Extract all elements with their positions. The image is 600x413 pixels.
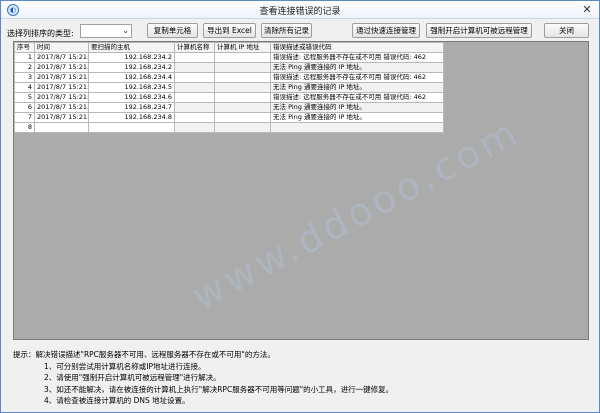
quick-connect-button[interactable]: 通过快速连接管理 [352, 23, 420, 38]
cell-error[interactable] [270, 122, 444, 133]
close-icon[interactable]: ✕ [579, 3, 595, 17]
cell-time[interactable]: 2017/8/7 15:21:19 [34, 62, 89, 73]
tip-line-2: 2、请使用"强制开启计算机可被远程管理"进行解决。 [44, 373, 221, 382]
cell-time[interactable]: 2017/8/7 15:21:23 [34, 72, 89, 83]
cell-index[interactable]: 3 [14, 72, 35, 83]
cell-ip[interactable] [214, 52, 271, 63]
cell-error[interactable]: 无法 Ping 通要连接的 IP 地址。 [270, 112, 444, 123]
copy-cell-button[interactable]: 复制单元格 [147, 23, 198, 38]
col-header-ip[interactable]: 计算机 IP 地址 [214, 42, 271, 53]
cell-error[interactable]: 无法 Ping 通要连接的 IP 地址。 [270, 102, 444, 113]
table-row[interactable]: 72017/8/7 15:21:39192.168.234.8 无法 Ping 通… [14, 112, 444, 123]
error-log-table: 序号 时间 要扫描的主机 计算机名称 计算机 IP 地址 错误描述或错误代码 1… [14, 42, 444, 133]
tip-line-3: 3、如还不能解决，请在被连接的计算机上执行"解决RPC服务器不可用等问题"的小工… [44, 384, 394, 394]
cell-ip[interactable] [214, 62, 271, 73]
cell-error[interactable]: 错误描述: 远程服务器不存在或不可用 错误代码: 462 [270, 72, 444, 83]
cell-computer-name[interactable] [174, 62, 215, 73]
cell-computer-name[interactable] [174, 92, 215, 103]
cell-error[interactable]: 无法 Ping 通要连接的 IP 地址。 [270, 62, 444, 73]
table-row[interactable]: 8 [14, 122, 444, 133]
tip-line-1: 1、可分别尝试用计算机名称或IP地址进行连接。 [44, 361, 206, 371]
main-window: ◐ 查看连接错误的记录 ✕ 选择列排序的类型: ⌄ 复制单元格 导出到 Exce… [0, 0, 600, 413]
cell-computer-name[interactable] [174, 112, 215, 123]
table-row[interactable]: 22017/8/7 15:21:19192.168.234.2 无法 Ping 通… [14, 62, 444, 73]
cell-ip[interactable] [214, 102, 271, 113]
cell-index[interactable]: 5 [14, 92, 35, 103]
cell-index[interactable]: 1 [14, 52, 35, 63]
col-header-time[interactable]: 时间 [34, 42, 89, 53]
table-row[interactable]: 42017/8/7 15:21:27192.168.234.5 无法 Ping 通… [14, 82, 444, 93]
sort-type-select[interactable]: ⌄ [80, 24, 132, 38]
cell-computer-name[interactable] [174, 122, 215, 133]
cell-error[interactable]: 错误描述: 远程服务器不存在或不可用 错误代码: 462 [270, 52, 444, 63]
cell-ip[interactable] [214, 92, 271, 103]
cell-index[interactable]: 6 [14, 102, 35, 113]
title-bar[interactable]: ◐ 查看连接错误的记录 ✕ [1, 1, 599, 19]
close-button[interactable]: 关闭 [544, 23, 589, 38]
clear-records-button[interactable]: 清除所有记录 [261, 23, 312, 38]
cell-host[interactable]: 192.168.234.4 [88, 72, 175, 83]
chevron-down-icon: ⌄ [122, 26, 129, 35]
cell-error[interactable]: 错误描述: 远程服务器不存在或不可用 错误代码: 462 [270, 92, 444, 103]
cell-computer-name[interactable] [174, 72, 215, 83]
cell-index[interactable]: 2 [14, 62, 35, 73]
cell-index[interactable]: 7 [14, 112, 35, 123]
col-header-computer-name[interactable]: 计算机名称 [174, 42, 215, 53]
cell-time[interactable] [34, 122, 89, 133]
table-row[interactable]: 12017/8/7 15:21:15192.168.234.2 错误描述: 远程服… [14, 52, 444, 63]
export-excel-button[interactable]: 导出到 Excel [203, 23, 256, 38]
cell-host[interactable] [88, 122, 175, 133]
cell-ip[interactable] [214, 72, 271, 83]
cell-ip[interactable] [214, 122, 271, 133]
cell-ip[interactable] [214, 82, 271, 93]
tip-line-4: 4、请检查被连接计算机的 DNS 地址设置。 [44, 396, 190, 405]
window-title: 查看连接错误的记录 [259, 7, 341, 17]
error-log-grid[interactable]: 序号 时间 要扫描的主机 计算机名称 计算机 IP 地址 错误描述或错误代码 1… [13, 41, 589, 340]
cell-time[interactable]: 2017/8/7 15:21:31 [34, 92, 89, 103]
sort-type-label: 选择列排序的类型: [7, 29, 74, 38]
cell-host[interactable]: 192.168.234.6 [88, 92, 175, 103]
cell-time[interactable]: 2017/8/7 15:21:35 [34, 102, 89, 113]
cell-index[interactable]: 8 [14, 122, 35, 133]
cell-ip[interactable] [214, 112, 271, 123]
cell-time[interactable]: 2017/8/7 15:21:39 [34, 112, 89, 123]
cell-host[interactable]: 192.168.234.8 [88, 112, 175, 123]
watermark: www.ddooo.com [184, 109, 528, 319]
table-row[interactable]: 32017/8/7 15:21:23192.168.234.4 错误描述: 远程服… [14, 72, 444, 83]
cell-error[interactable]: 无法 Ping 通要连接的 IP 地址。 [270, 82, 444, 93]
cell-computer-name[interactable] [174, 102, 215, 113]
cell-time[interactable]: 2017/8/7 15:21:27 [34, 82, 89, 93]
cell-host[interactable]: 192.168.234.2 [88, 52, 175, 63]
col-header-host[interactable]: 要扫描的主机 [88, 42, 175, 53]
cell-host[interactable]: 192.168.234.5 [88, 82, 175, 93]
col-header-error[interactable]: 错误描述或错误代码 [270, 42, 444, 53]
tips-panel: 提示：解决错误描述"RPC服务器不可用、远程服务器不存在或不可用"的方法。 1、… [13, 349, 393, 407]
cell-host[interactable]: 192.168.234.2 [88, 62, 175, 73]
table-row[interactable]: 62017/8/7 15:21:35192.168.234.7 无法 Ping 通… [14, 102, 444, 113]
cell-computer-name[interactable] [174, 52, 215, 63]
force-remote-button[interactable]: 强制开启计算机可被远程管理 [426, 23, 532, 38]
cell-host[interactable]: 192.168.234.7 [88, 102, 175, 113]
table-header-row: 序号 时间 要扫描的主机 计算机名称 计算机 IP 地址 错误描述或错误代码 [14, 42, 444, 53]
cell-computer-name[interactable] [174, 82, 215, 93]
table-row[interactable]: 52017/8/7 15:21:31192.168.234.6 错误描述: 远程服… [14, 92, 444, 103]
cell-index[interactable]: 4 [14, 82, 35, 93]
cell-time[interactable]: 2017/8/7 15:21:15 [34, 52, 89, 63]
tips-head: 提示：解决错误描述"RPC服务器不可用、远程服务器不存在或不可用"的方法。 [13, 350, 275, 359]
col-header-index[interactable]: 序号 [14, 42, 35, 53]
